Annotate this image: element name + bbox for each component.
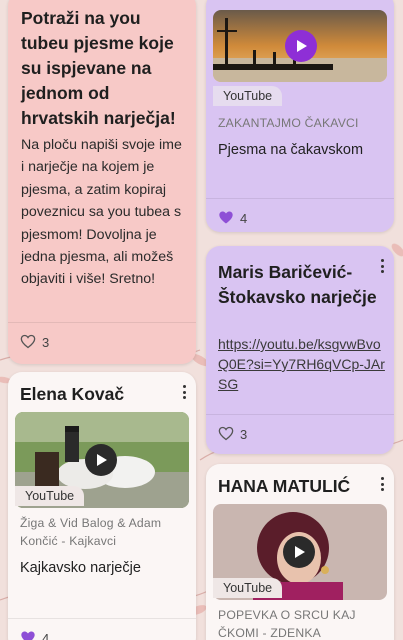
heart-filled-icon[interactable]	[218, 210, 234, 228]
video-title: Pjesma na čakavskom	[218, 142, 364, 158]
card-title: Potraži na you tubeu pjesme koje su ispj…	[21, 8, 176, 128]
card-body: Na ploču napiši svoje ime i narječje na …	[21, 137, 182, 288]
heart-filled-icon[interactable]	[20, 630, 36, 640]
like-count: 4	[240, 211, 248, 226]
card-footer: 4	[8, 618, 196, 640]
card-footer: 4	[206, 198, 394, 232]
youtube-link[interactable]: https://youtu.be/ksgvwBvoQ0E?si=Yy7RH6qV…	[218, 334, 390, 394]
like-count: 3	[42, 335, 50, 350]
video-card-kajkavski[interactable]: Elena Kovač YouTube Žiga & Vid Balog & A…	[8, 372, 196, 640]
like-count: 3	[240, 427, 248, 442]
card-title: HANA MATULIĆ	[218, 476, 351, 496]
play-button-icon[interactable]	[283, 536, 315, 568]
play-button-icon[interactable]	[285, 30, 317, 62]
card-title: Elena Kovač	[20, 384, 125, 404]
heart-outline-icon[interactable]	[218, 426, 234, 444]
heart-outline-icon[interactable]	[20, 334, 36, 352]
more-options-icon[interactable]	[178, 384, 190, 400]
card-title: Maris Baričević-Štokavsko narječje	[218, 262, 377, 307]
instructions-card[interactable]: Potraži na you tubeu pjesme koje su ispj…	[8, 0, 196, 364]
video-source: ZAKANTAJMO ČAKAVCI	[218, 116, 359, 130]
video-source: POPEVKA O SRCU KAJ ČKOMI - ZDENKA	[218, 608, 356, 640]
video-card-hana[interactable]: HANA MATULIĆ YouTube POPEVKA O SRCU KAJ …	[206, 464, 394, 640]
video-thumbnail[interactable]	[213, 10, 387, 82]
more-options-icon[interactable]	[376, 476, 388, 492]
video-card-cakavski[interactable]: YouTube ZAKANTAJMO ČAKAVCI Pjesma na čak…	[206, 0, 394, 232]
youtube-badge: YouTube	[15, 486, 85, 506]
youtube-badge: YouTube	[213, 86, 283, 106]
like-count: 4	[42, 631, 50, 640]
link-card-stokavsko[interactable]: Maris Baričević-Štokavsko narječje https…	[206, 246, 394, 454]
card-footer: 3	[8, 322, 196, 362]
video-title: Kajkavsko narječje	[20, 560, 141, 576]
play-button-icon[interactable]	[85, 444, 117, 476]
youtube-badge: YouTube	[213, 578, 283, 598]
card-footer: 3	[206, 414, 394, 454]
video-source: Žiga & Vid Balog & Adam Končić - Kajkavc…	[20, 516, 162, 548]
